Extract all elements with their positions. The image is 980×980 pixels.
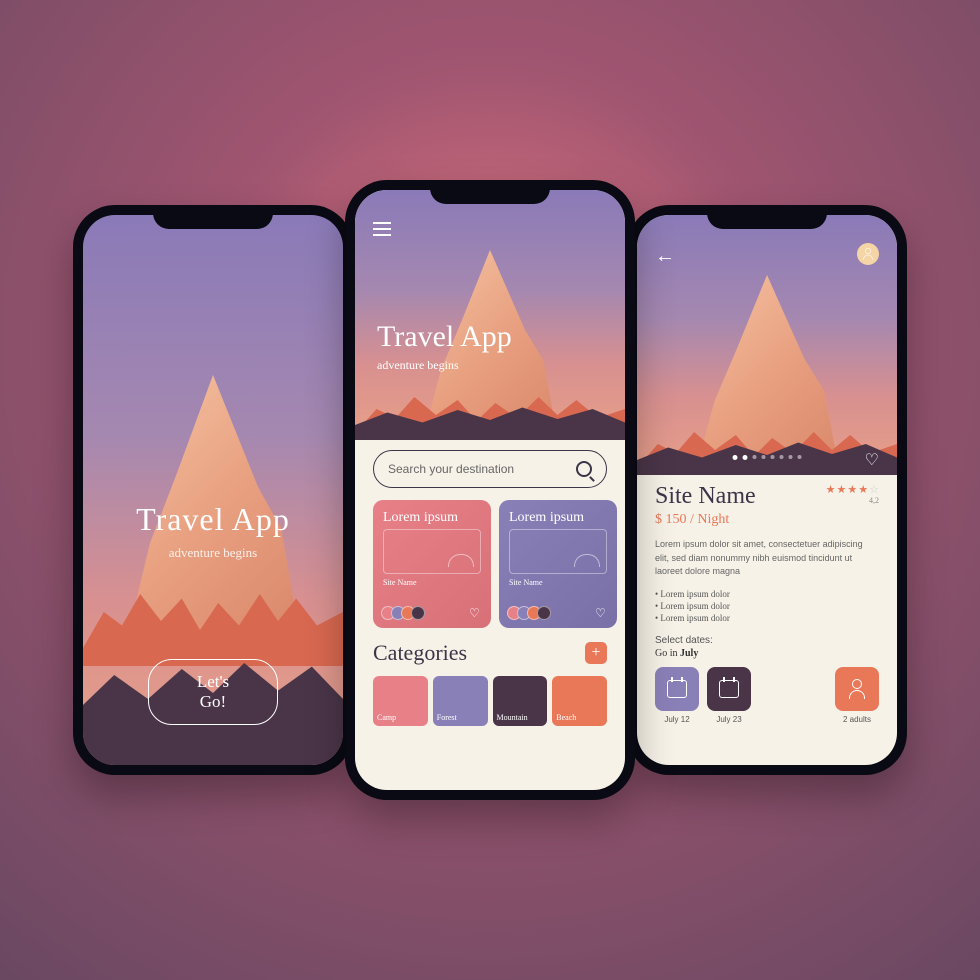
categories-section: Categories + Camp Forest Mountain Beach [373, 640, 607, 726]
phone-home-screen: Travel App adventure begins Search your … [345, 180, 635, 800]
profile-avatar-icon[interactable] [857, 243, 879, 265]
bullet-item: • Lorem ipsum dolor [655, 613, 879, 623]
card-site-name: Site Name [383, 578, 481, 587]
avatar-group [507, 606, 547, 620]
phone-notch [430, 180, 550, 204]
card-title: Lorem ipsum [509, 510, 607, 525]
date-end-picker[interactable]: July 23 [707, 667, 751, 724]
star-icon: ★ [847, 483, 857, 496]
rating-stars: ★★★★☆ [826, 483, 879, 496]
destination-card[interactable]: Lorem ipsum Site Name ♡ [373, 500, 491, 628]
category-beach[interactable]: Beach [552, 676, 607, 726]
go-in-month: Go in July [655, 648, 879, 659]
star-icon: ★ [826, 483, 836, 496]
add-category-button[interactable]: + [585, 642, 607, 664]
destination-cards: Lorem ipsum Site Name ♡ Lorem ipsum Site… [373, 500, 625, 628]
page-title: Travel App [377, 320, 512, 354]
select-dates-label: Select dates: [655, 635, 879, 646]
feature-bullets: • Lorem ipsum dolor • Lorem ipsum dolor … [655, 589, 879, 623]
star-icon: ☆ [869, 483, 879, 496]
search-input[interactable]: Search your destination [373, 450, 607, 488]
person-icon [849, 679, 865, 699]
price-label: $ 150 / Night [655, 512, 879, 528]
date-start-picker[interactable]: July 12 [655, 667, 699, 724]
image-pagination-dots[interactable] [733, 455, 802, 460]
destination-card[interactable]: Lorem ipsum Site Name ♡ [499, 500, 617, 628]
star-icon: ★ [837, 483, 847, 496]
heart-icon[interactable]: ♡ [469, 606, 483, 620]
phone-notch [153, 205, 273, 229]
categories-grid: Camp Forest Mountain Beach [373, 676, 607, 726]
favorite-heart-icon[interactable]: ♡ [865, 450, 879, 470]
bullet-item: • Lorem ipsum dolor [655, 601, 879, 611]
phone-detail-screen: ← ♡ Site Name ★★★★☆ 4,2 $ 150 / Night Lo… [627, 205, 907, 775]
category-forest[interactable]: Forest [433, 676, 488, 726]
lets-go-button[interactable]: Let's Go! [148, 659, 278, 725]
avatar-group [381, 606, 421, 620]
heart-icon[interactable]: ♡ [595, 606, 609, 620]
search-icon[interactable] [576, 461, 592, 477]
hamburger-menu-icon[interactable] [373, 218, 391, 240]
calendar-icon [719, 680, 739, 698]
site-name: Site Name [655, 483, 756, 510]
bullet-item: • Lorem ipsum dolor [655, 589, 879, 599]
guests-picker[interactable]: 2 adults [835, 667, 879, 724]
category-mountain[interactable]: Mountain [493, 676, 548, 726]
search-placeholder: Search your destination [388, 462, 576, 476]
app-title: Travel App [83, 501, 343, 538]
back-arrow-icon[interactable]: ← [655, 245, 675, 268]
detail-content: Site Name ★★★★☆ 4,2 $ 150 / Night Lorem … [655, 483, 879, 724]
site-description: Lorem ipsum dolor sit amet, consectetuer… [655, 538, 879, 579]
rating-value: 4,2 [829, 496, 879, 505]
card-image-placeholder [383, 529, 481, 574]
date-end-label: July 23 [707, 715, 751, 724]
phone-welcome-screen: Travel App adventure begins Let's Go! [73, 205, 353, 775]
star-icon: ★ [858, 483, 868, 496]
hero-section [355, 190, 625, 440]
date-start-label: July 12 [655, 715, 699, 724]
calendar-icon [667, 680, 687, 698]
guests-label: 2 adults [835, 715, 879, 724]
phone-notch [707, 205, 827, 229]
categories-title: Categories [373, 640, 467, 666]
home-screen: Travel App adventure begins Search your … [355, 190, 625, 790]
card-title: Lorem ipsum [383, 510, 481, 525]
category-camp[interactable]: Camp [373, 676, 428, 726]
card-site-name: Site Name [509, 578, 607, 587]
card-image-placeholder [509, 529, 607, 574]
page-subtitle: adventure begins [377, 358, 459, 373]
welcome-screen: Travel App adventure begins Let's Go! [83, 215, 343, 765]
detail-screen: ← ♡ Site Name ★★★★☆ 4,2 $ 150 / Night Lo… [637, 215, 897, 765]
app-subtitle: adventure begins [83, 545, 343, 561]
